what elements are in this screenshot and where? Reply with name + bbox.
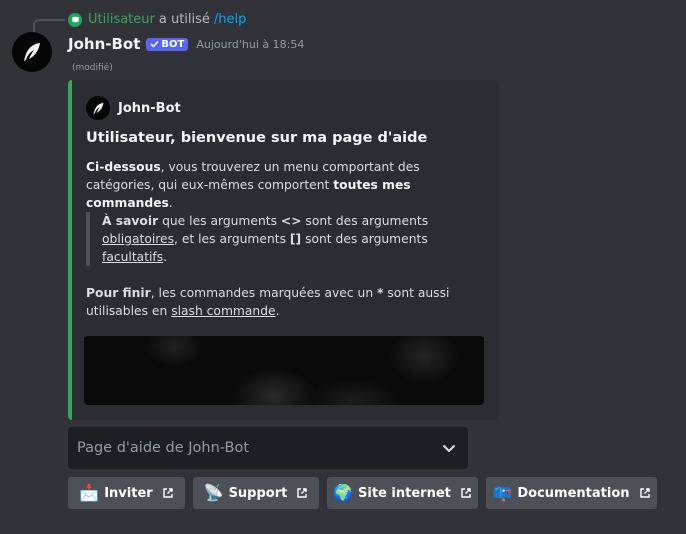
bot-tag-label: BOT: [161, 38, 185, 50]
finish-slash-command: slash commande: [171, 304, 276, 318]
quote-text-1: que les arguments: [158, 214, 281, 228]
reply-user[interactable]: Utilisateur: [88, 12, 155, 27]
globe-icon: 🌍: [333, 483, 354, 502]
embed-banner-image[interactable]: [84, 336, 484, 405]
desc-bold-start: Ci-dessous: [86, 160, 161, 174]
embed-author-name: John-Bot: [118, 100, 181, 116]
interaction-reply: Utilisateur a utilisé /help: [68, 12, 246, 27]
finish-text-3: .: [275, 304, 280, 318]
help-embed: John-Bot Utilisateur, bienvenue sur ma p…: [68, 80, 499, 420]
quote-optional-symbol: []: [289, 232, 302, 246]
finish-bold-start: Pour finir: [86, 286, 151, 300]
quote-text-4: sont des arguments: [301, 232, 428, 246]
invite-button[interactable]: 📩 Inviter: [68, 477, 185, 509]
link-buttons-row: 📩 Inviter 📡 Support 🌍 Site internet 📪 Do…: [68, 477, 657, 509]
message-header: John-Bot BOT Aujourd'hui à 18:54: [68, 35, 304, 53]
quote-text-3: , et les arguments: [174, 232, 290, 246]
external-link-icon: [460, 487, 472, 499]
reply-verb: a utilisé: [158, 12, 210, 27]
website-button-label: Site internet: [358, 485, 451, 501]
bot-avatar[interactable]: [12, 32, 52, 72]
reply-connector-line: [33, 19, 65, 33]
quote-optional-word: facultatifs: [102, 250, 164, 264]
external-link-icon: [639, 487, 651, 499]
discord-app-icon: [68, 12, 82, 27]
embed-title: Utilisateur, bienvenue sur ma page d'aid…: [86, 130, 428, 146]
feather-icon: [24, 43, 40, 61]
feather-icon: [93, 102, 103, 114]
support-button-label: Support: [228, 485, 288, 501]
embed-finish-text: Pour finir, les commandes marquées avec …: [86, 284, 486, 320]
envelope-icon: 📩: [79, 483, 100, 502]
embed-author: John-Bot: [86, 96, 181, 120]
quote-required-symbol: <>: [280, 214, 302, 228]
documentation-button[interactable]: 📪 Documentation: [486, 477, 657, 509]
chevron-down-icon: [443, 444, 455, 452]
mailbox-icon: 📪: [492, 483, 513, 502]
external-link-icon: [296, 487, 308, 499]
quote-text-2: sont des arguments: [301, 214, 429, 228]
invite-button-label: Inviter: [104, 485, 153, 501]
support-button[interactable]: 📡 Support: [193, 477, 319, 509]
reply-command[interactable]: /help: [214, 12, 246, 27]
quote-text-5: .: [163, 250, 168, 264]
embed-blockquote: À savoir que les arguments <> sont des a…: [86, 212, 482, 266]
edited-label: (modifié): [72, 63, 113, 73]
message-timestamp: Aujourd'hui à 18:54: [196, 37, 305, 51]
quote-required-word: obligatoires: [102, 232, 175, 246]
quote-bold-start: À savoir: [102, 214, 159, 228]
checkmark-icon: [150, 40, 159, 48]
finish-text-1: , les commandes marquées avec un: [150, 286, 378, 300]
external-link-icon: [162, 487, 174, 499]
documentation-button-label: Documentation: [517, 485, 630, 501]
website-button[interactable]: 🌍 Site internet: [327, 477, 478, 509]
embed-description: Ci-dessous, vous trouverez un menu compo…: [86, 158, 486, 212]
embed-author-avatar: [86, 96, 110, 120]
bot-tag: BOT: [146, 37, 189, 51]
select-placeholder: Page d'aide de John-Bot: [77, 440, 250, 456]
author-name[interactable]: John-Bot: [68, 35, 140, 53]
desc-end: .: [168, 196, 173, 210]
satellite-icon: 📡: [203, 483, 224, 502]
help-page-select[interactable]: Page d'aide de John-Bot: [68, 427, 468, 469]
